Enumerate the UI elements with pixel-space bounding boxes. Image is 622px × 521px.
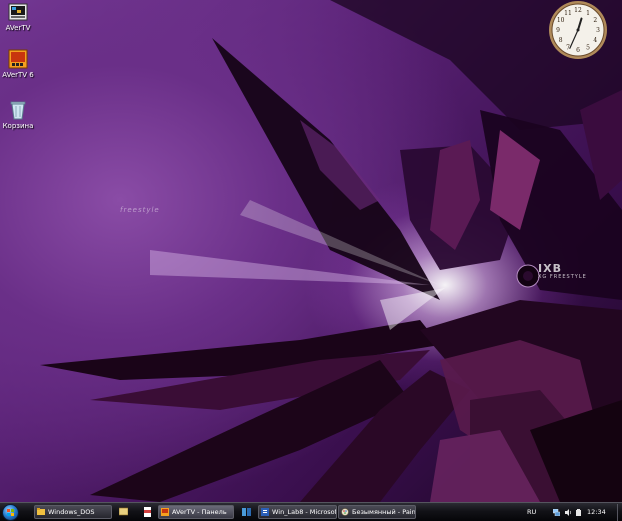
wallpaper <box>40 0 622 502</box>
taskbar-button-avertv[interactable]: AVerTV - Панель <box>158 505 234 519</box>
show-desktop-button[interactable] <box>617 504 622 521</box>
start-button[interactable] <box>2 504 19 521</box>
windows-orb-icon <box>7 509 14 516</box>
clock-time[interactable]: 12:34 <box>587 508 606 516</box>
clock-numeral: 8 <box>559 37 563 44</box>
clock-numeral: 9 <box>556 27 560 34</box>
folder-icon <box>37 508 45 515</box>
power-icon[interactable] <box>575 509 582 516</box>
taskbar-button-label: AVerTV - Панель <box>172 508 227 516</box>
media-icon[interactable] <box>143 507 152 517</box>
desktop-icon-avertv-6[interactable]: AVerTV 6 <box>1 48 35 79</box>
clock-gadget[interactable]: 12 1 2 3 4 5 6 7 8 9 10 11 <box>548 0 608 60</box>
word-icon <box>261 508 269 516</box>
clock-numeral: 10 <box>557 17 565 24</box>
paint-icon <box>341 508 349 516</box>
clock-numeral: 1 <box>586 10 590 17</box>
tv-icon <box>161 508 169 516</box>
taskbar-button-word[interactable]: Win_Lab8 - Microsof... <box>258 505 337 519</box>
clock-numeral: 4 <box>593 37 597 44</box>
desktop-icon-label: AVerTV 6 <box>2 71 34 79</box>
clock-numeral: 3 <box>596 27 600 34</box>
desktop-icon-label: AVerTV <box>5 24 31 32</box>
clock-numeral: 5 <box>586 45 590 52</box>
system-tray: RU 12:34 <box>523 504 622 521</box>
tv-app-icon <box>8 49 28 69</box>
volume-icon[interactable] <box>565 509 572 516</box>
recycle-bin-icon <box>10 101 26 120</box>
clock-numeral: 6 <box>576 47 580 54</box>
taskbar-button-label: Windows_DOS <box>48 508 95 516</box>
taskbar-button-label: Win_Lab8 - Microsof... <box>272 508 337 516</box>
taskbar: Windows_DOS AVerTV - Панель Win_Lab8 - M… <box>0 502 622 521</box>
taskbar-button-label: Безымянный - Paint <box>352 508 416 516</box>
clock-face: 12 1234567891011 <box>549 1 607 59</box>
clock-numeral: 12 <box>574 7 582 14</box>
wallpaper-tagline: XG FREESTYLE <box>538 274 587 280</box>
show-desktop-icon[interactable] <box>119 507 128 517</box>
switch-windows-icon[interactable] <box>242 507 251 517</box>
language-indicator[interactable]: RU <box>527 508 536 516</box>
desktop[interactable]: IXB XG FREESTYLE freestyle AVerTV AVerTV… <box>0 0 622 502</box>
taskbar-button-windows-dos[interactable]: Windows_DOS <box>34 505 112 519</box>
desktop-icon-label: Корзина <box>2 122 34 130</box>
clock-numeral: 2 <box>593 17 597 24</box>
desktop-icon-avertv[interactable]: AVerTV <box>1 1 35 32</box>
network-icon[interactable] <box>553 509 560 516</box>
wallpaper-sign: freestyle <box>120 206 160 214</box>
desktop-icon-recycle-bin[interactable]: Корзина <box>1 99 35 130</box>
tv-icon <box>8 3 28 21</box>
taskbar-button-paint[interactable]: Безымянный - Paint <box>338 505 416 519</box>
clock-numeral: 11 <box>564 10 572 17</box>
